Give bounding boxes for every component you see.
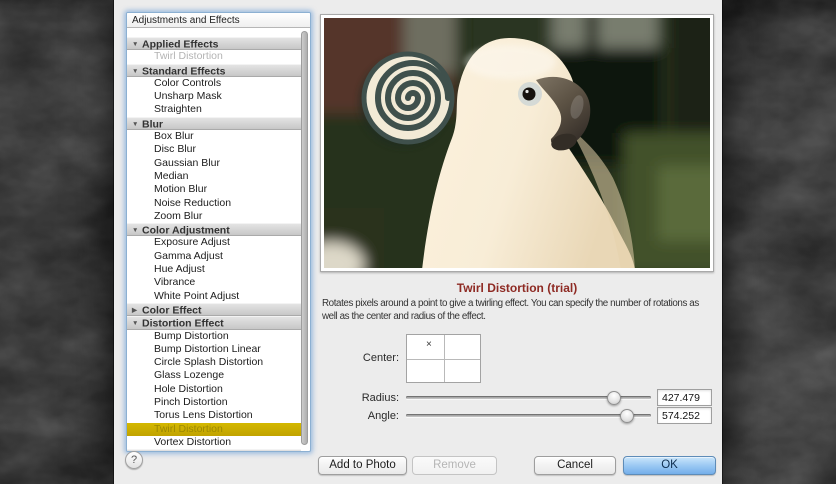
effect-item[interactable]: Color Controls: [127, 76, 301, 91]
effects-list-header: Adjustments and Effects: [127, 13, 310, 28]
angle-label: Angle:: [367, 410, 399, 422]
disclosure-down-icon[interactable]: ▼: [132, 65, 142, 78]
effect-label: Glass Lozenge: [154, 369, 225, 382]
effect-item[interactable]: Bump Distortion: [127, 329, 301, 343]
angle-value-field[interactable]: [657, 407, 712, 424]
effect-item[interactable]: Straighten: [127, 103, 301, 117]
effect-label: Bump Distortion: [154, 329, 229, 342]
effect-item[interactable]: Vortex Distortion: [127, 435, 301, 450]
description-line-1: Rotates pixels around a point to give a …: [322, 298, 699, 309]
effect-label: Gaussian Blur: [154, 156, 220, 169]
adjustments-dialog: Adjustments and Effects ▼ Applied Effects…: [114, 0, 722, 484]
effect-label: Gamma Adjust: [154, 249, 223, 262]
effects-list-rows: ▼ Applied Effects Twirl Distortion ▼ Standar…: [127, 37, 310, 451]
effect-group-header[interactable]: ▼ Standard Effects: [127, 63, 301, 78]
effect-item[interactable]: Torus Lens Distortion: [127, 409, 301, 423]
effect-item[interactable]: Pinch Distortion: [127, 396, 301, 410]
effect-item[interactable]: Gaussian Blur: [127, 156, 301, 170]
effect-item[interactable]: Twirl Distortion: [127, 50, 301, 64]
effect-label: Vortex Distortion: [154, 435, 232, 448]
effect-item[interactable]: Circle Splash Distortion: [127, 356, 301, 370]
effect-item[interactable]: White Point Adjust: [127, 289, 301, 303]
radius-slider[interactable]: [406, 390, 651, 406]
effect-label: Exposure Adjust: [154, 236, 230, 249]
effect-label: Noise Reduction: [154, 196, 232, 209]
cockatoo-image: [324, 18, 710, 268]
add-to-photo-button[interactable]: Add to Photo: [318, 456, 407, 475]
effect-label: Circle Splash Distortion: [154, 356, 264, 369]
effect-label: Pinch Distortion: [154, 396, 228, 409]
disclosure-down-icon[interactable]: ▼: [132, 118, 142, 131]
effect-label: Vibrance: [154, 276, 196, 289]
effect-item[interactable]: Unsharp Mask: [127, 90, 301, 104]
effect-label: White Point Adjust: [154, 289, 240, 302]
effect-item[interactable]: Box Blur: [127, 130, 301, 144]
effect-group-header[interactable]: ▼ Color Adjustment: [127, 223, 301, 237]
effect-label: Applied Effects: [142, 38, 219, 51]
effect-item[interactable]: Twirl Distortion: [127, 422, 301, 436]
effects-list[interactable]: Adjustments and Effects ▼ Applied Effects…: [126, 12, 311, 452]
effect-label: Straighten: [154, 103, 202, 116]
effect-label: Hue Adjust: [154, 263, 205, 276]
effect-description: Rotates pixels around a point to give a …: [322, 297, 722, 323]
effect-item[interactable]: Exposure Adjust: [127, 236, 301, 250]
effect-label: Twirl Distortion: [154, 422, 223, 435]
angle-slider-track[interactable]: [406, 414, 651, 417]
effect-label: Motion Blur: [154, 183, 208, 196]
effect-group-header[interactable]: ▼ Distortion Effect: [127, 316, 301, 330]
effect-label: Blur: [142, 118, 163, 131]
disclosure-down-icon[interactable]: ▼: [132, 317, 142, 330]
remove-button: Remove: [412, 456, 497, 475]
effect-label: Disc Blur: [154, 143, 197, 156]
effect-item[interactable]: Zoom Blur: [127, 209, 301, 224]
effect-label: Torus Lens Distortion: [154, 409, 253, 422]
effect-label: Hole Distortion: [154, 382, 223, 395]
effect-title: Twirl Distortion (trial): [456, 281, 578, 295]
effect-label: Standard Effects: [142, 65, 226, 78]
effect-label: Median: [154, 169, 189, 182]
effect-label: Color Adjustment: [142, 224, 230, 237]
disclosure-down-icon[interactable]: ▼: [132, 38, 142, 51]
effect-label: Box Blur: [154, 130, 194, 143]
effect-group-header[interactable]: ▼ Blur: [127, 116, 301, 131]
effect-item[interactable]: Motion Blur: [127, 183, 301, 197]
effect-item[interactable]: Hole Distortion: [127, 382, 301, 397]
help-button[interactable]: ?: [125, 451, 143, 469]
effect-label: Zoom Blur: [154, 209, 203, 222]
effect-label: Color Controls: [154, 76, 222, 89]
description-line-2: well as the center and radius of the eff…: [322, 311, 486, 322]
effect-label: Twirl Distortion: [154, 50, 223, 63]
scrollbar-thumb[interactable]: [301, 31, 308, 445]
ok-button[interactable]: OK: [623, 456, 716, 475]
angle-slider-thumb[interactable]: [619, 409, 634, 423]
effect-item[interactable]: Hue Adjust: [127, 263, 301, 277]
effect-group-header[interactable]: ▶ Color Effect: [127, 302, 301, 317]
angle-slider[interactable]: [406, 408, 651, 424]
effect-item[interactable]: Bump Distortion Linear: [127, 342, 301, 357]
effect-label: Unsharp Mask: [154, 90, 222, 103]
effect-group-header[interactable]: ▼ Applied Effects: [127, 37, 301, 51]
center-label: Center:: [362, 352, 399, 364]
radius-value-field[interactable]: [657, 389, 712, 406]
center-picker[interactable]: ×: [406, 334, 481, 383]
center-x-marker[interactable]: ×: [426, 339, 432, 350]
cancel-button[interactable]: Cancel: [534, 456, 616, 475]
radius-slider-thumb[interactable]: [607, 391, 622, 405]
effect-item[interactable]: Vibrance: [127, 276, 301, 290]
effect-item[interactable]: Median: [127, 169, 301, 184]
disclosure-down-icon[interactable]: ▼: [132, 224, 142, 237]
effect-item[interactable]: Noise Reduction: [127, 196, 301, 210]
effect-item[interactable]: Disc Blur: [127, 143, 301, 157]
effect-item[interactable]: Glass Lozenge: [127, 369, 301, 383]
effect-item[interactable]: Gamma Adjust: [127, 249, 301, 264]
effect-group-header[interactable]: [127, 449, 301, 451]
effect-label: Color Effect: [142, 304, 202, 317]
disclosure-right-icon[interactable]: ▶: [132, 304, 142, 317]
radius-label: Radius:: [361, 392, 399, 404]
effect-label: Bump Distortion Linear: [154, 342, 261, 355]
effect-label: Distortion Effect: [142, 317, 224, 330]
preview-photo: [320, 14, 714, 272]
